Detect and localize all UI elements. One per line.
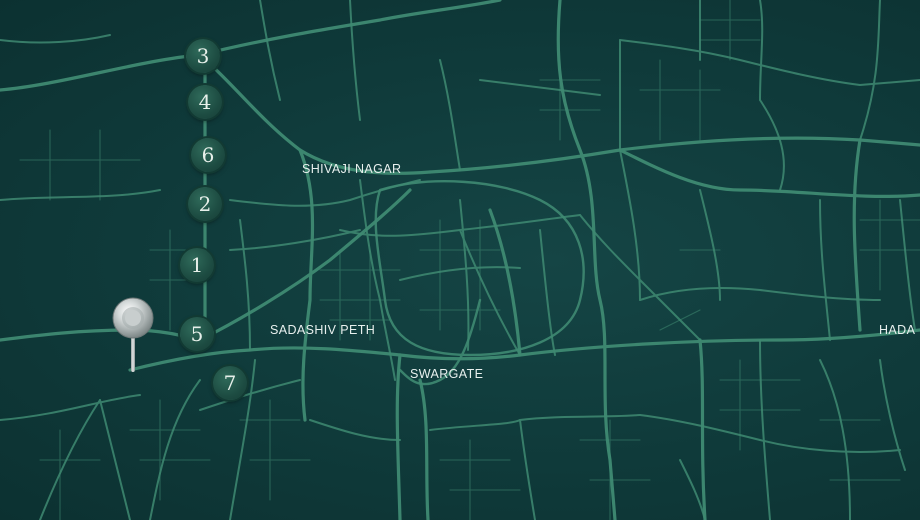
map-pin-icon[interactable]: [108, 296, 158, 376]
location-marker-4[interactable]: 4: [188, 85, 222, 119]
area-label-hada: HADA: [879, 323, 916, 337]
location-marker-3[interactable]: 3: [186, 39, 220, 73]
area-label-shivaji-nagar: SHIVAJI NAGAR: [302, 162, 402, 176]
area-label-sadashiv-peth: SADASHIV PETH: [270, 323, 376, 337]
location-marker-2[interactable]: 2: [188, 187, 222, 221]
location-marker-7[interactable]: 7: [213, 366, 247, 400]
location-marker-1[interactable]: 1: [180, 248, 214, 282]
location-marker-5[interactable]: 5: [180, 317, 214, 351]
road-network: [0, 0, 920, 520]
area-label-swargate: SWARGATE: [410, 367, 484, 381]
location-marker-6[interactable]: 6: [191, 138, 225, 172]
map-view[interactable]: SHIVAJI NAGAR SADASHIV PETH SWARGATE HAD…: [0, 0, 920, 520]
